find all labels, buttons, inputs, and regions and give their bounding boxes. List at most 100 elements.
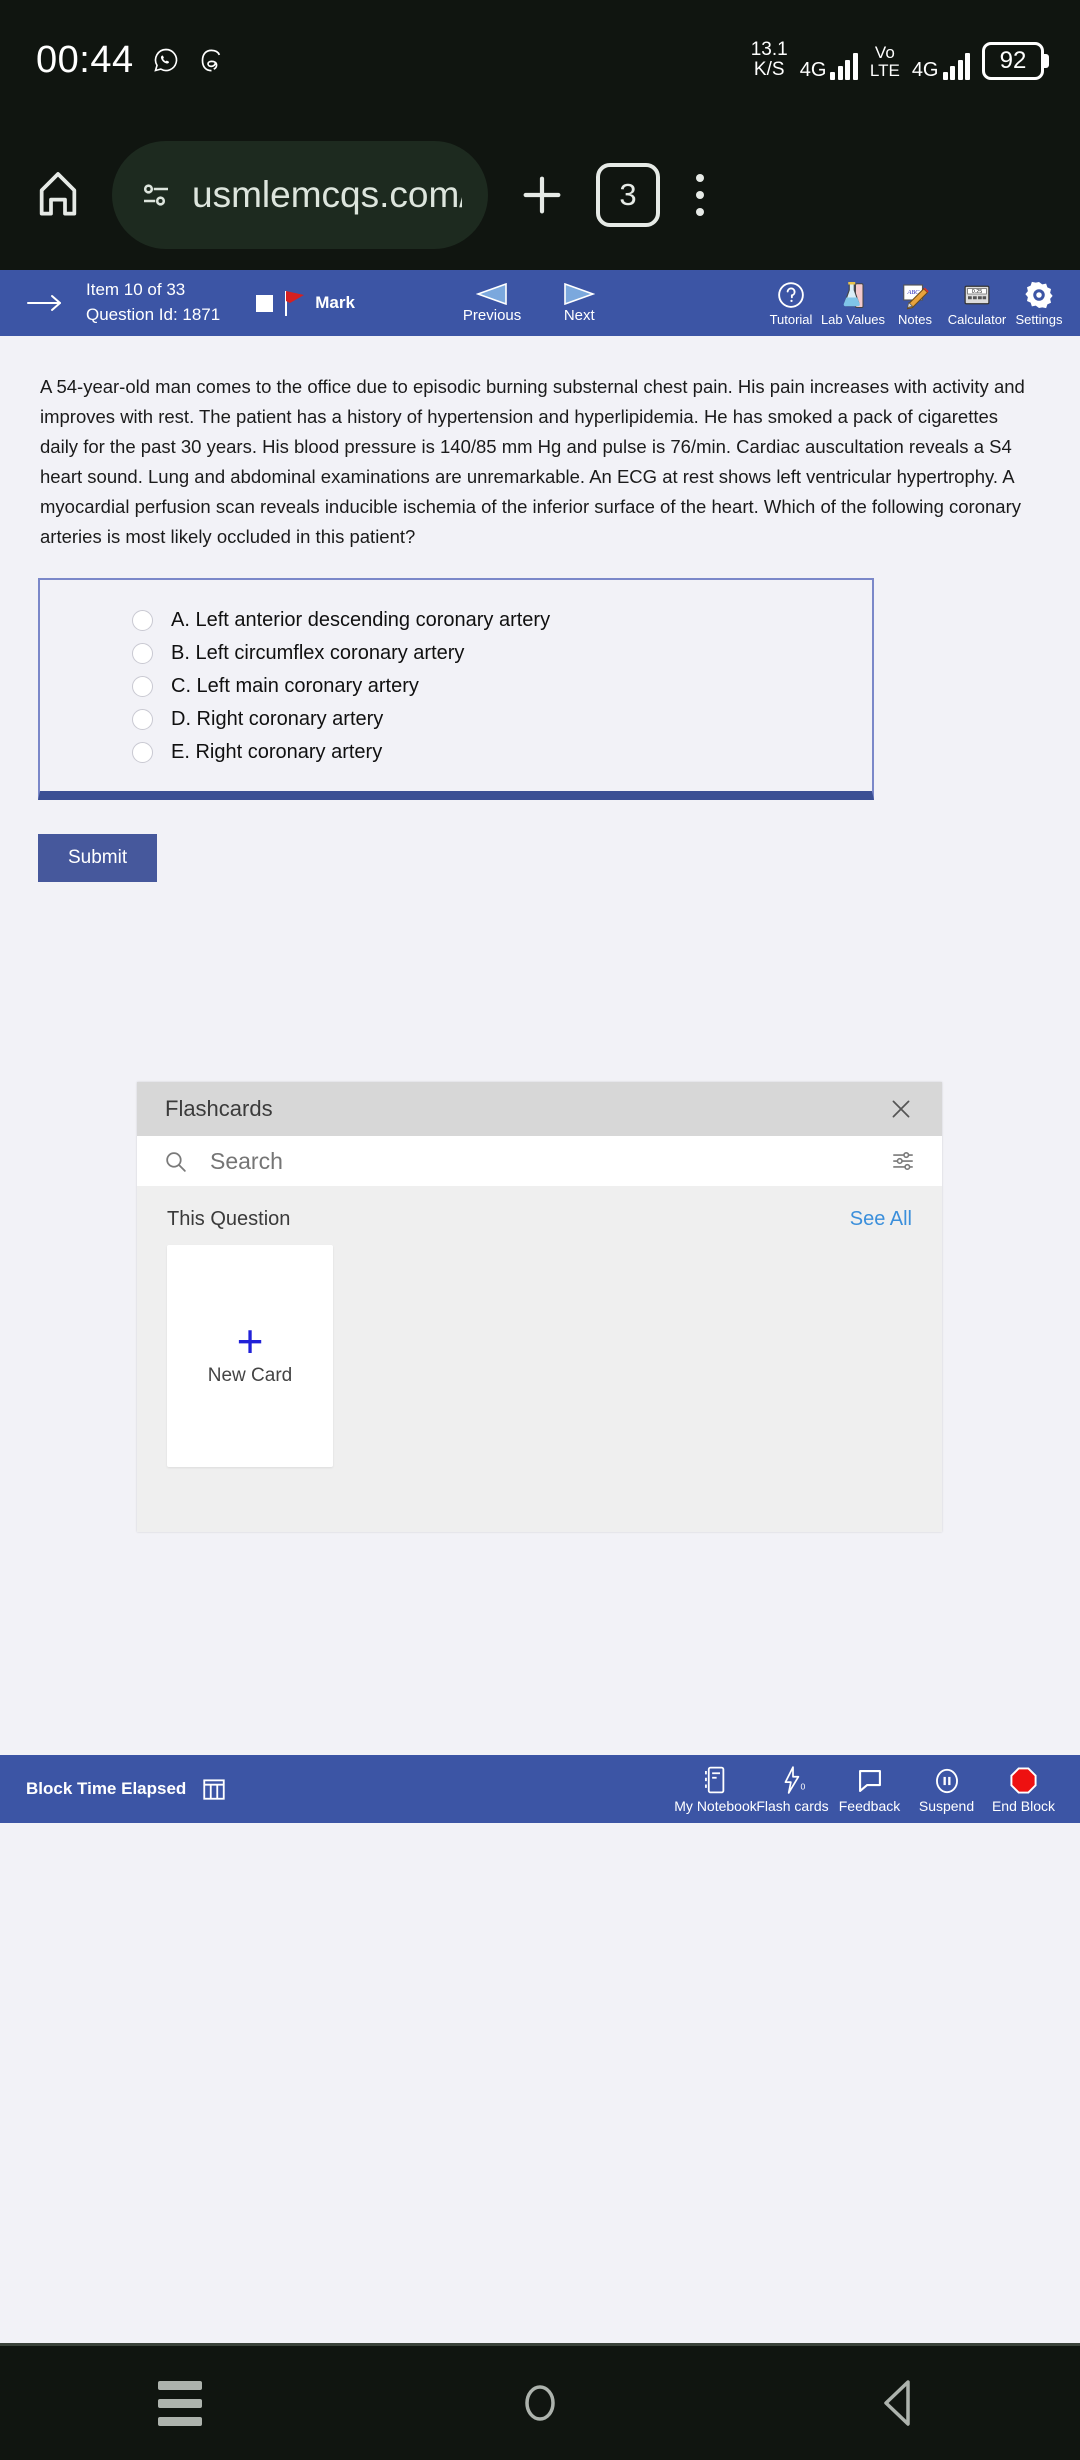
mark-control[interactable]: Mark	[256, 288, 355, 318]
note-pencil-icon: ABC	[900, 280, 930, 310]
browser-toolbar: usmlemcqs.com/us 3	[0, 120, 1080, 270]
triangle-right-icon	[563, 282, 596, 305]
question-mark-circle-icon	[776, 280, 806, 310]
svg-text:0.25: 0.25	[972, 289, 982, 295]
back-triangle-icon[interactable]	[840, 2377, 960, 2429]
lab-values-button[interactable]: Lab Values	[820, 280, 886, 327]
flash-cards-button[interactable]: 0 Flash cards	[754, 1765, 831, 1814]
url-bar[interactable]: usmlemcqs.com/us	[112, 141, 488, 249]
network-speed-unit: K/S	[753, 59, 785, 80]
sim1-indicator: 4G	[800, 52, 858, 80]
submit-button[interactable]: Submit	[38, 833, 158, 882]
next-button[interactable]: Next	[563, 282, 596, 324]
plus-icon[interactable]	[514, 167, 570, 223]
see-all-link[interactable]: See All	[850, 1208, 912, 1231]
end-block-label: End Block	[991, 1797, 1056, 1814]
tab-counter-button[interactable]: 3	[596, 163, 660, 227]
plus-icon: +	[236, 1314, 264, 1367]
arrow-right-icon[interactable]	[0, 291, 86, 315]
radio-c[interactable]	[132, 675, 153, 697]
radio-d[interactable]	[132, 708, 153, 730]
qbank-header-bar: Item 10 of 33 Question Id: 1871 Mark Pre…	[0, 270, 1080, 336]
volte-line1: Vo	[874, 43, 895, 63]
calculator-icon: 0.25	[962, 280, 992, 310]
answer-option-c[interactable]: C. Left main coronary artery	[40, 670, 872, 703]
my-notebook-button[interactable]: My Notebook	[674, 1765, 757, 1814]
status-bar-left: 00:44	[36, 39, 225, 82]
next-label: Next	[563, 306, 595, 324]
feedback-button[interactable]: Feedback	[831, 1767, 908, 1814]
pause-circle-icon	[933, 1767, 961, 1795]
question-nav: Previous Next	[462, 282, 596, 324]
recents-icon[interactable]	[120, 2380, 240, 2426]
settings-label: Settings	[1015, 311, 1063, 327]
network-speed-value: 13.1	[750, 39, 788, 61]
answer-option-e[interactable]: E. Right coronary artery	[40, 736, 872, 769]
previous-label: Previous	[462, 306, 522, 324]
calculator-label: Calculator	[947, 311, 1007, 327]
header-tools: Tutorial Lab Values ABC Notes 0.25 Calcu…	[760, 280, 1080, 327]
radio-a[interactable]	[132, 609, 153, 631]
answer-label-b: B. Left circumflex coronary artery	[171, 641, 465, 664]
tutorial-label: Tutorial	[769, 311, 813, 327]
flashcards-panel-title: Flashcards	[165, 1096, 273, 1121]
block-time-control[interactable]: Block Time Elapsed	[26, 1776, 228, 1802]
tune-filter-icon[interactable]	[890, 1148, 916, 1174]
status-clock: 00:44	[36, 38, 134, 81]
radio-e[interactable]	[132, 741, 153, 763]
page-info-icon[interactable]	[138, 177, 174, 213]
status-bar-right: 13.1 K/S 4G Vo LTE 4G 92	[751, 40, 1044, 80]
answer-option-b[interactable]: B. Left circumflex coronary artery	[40, 637, 872, 670]
feedback-label: Feedback	[838, 1797, 901, 1814]
suspend-button[interactable]: Suspend	[908, 1767, 985, 1814]
answer-label-e: E. Right coronary artery	[171, 740, 383, 763]
new-card-button[interactable]: + New Card	[167, 1245, 333, 1467]
flashcards-section-row: This Question See All	[137, 1186, 942, 1231]
lightning-bolt-icon: 0	[779, 1765, 807, 1795]
flashcards-list: + New Card	[137, 1231, 942, 1467]
footer-tools: My Notebook 0 Flash cards Feedback Suspe…	[674, 1765, 1062, 1814]
battery-indicator: 92	[982, 41, 1044, 80]
radio-b[interactable]	[132, 642, 153, 664]
gear-icon	[1024, 280, 1054, 310]
tutorial-button[interactable]: Tutorial	[760, 280, 822, 327]
search-input[interactable]	[210, 1147, 868, 1175]
sim2-signal-bars-icon	[942, 52, 970, 80]
whatsapp-icon	[152, 46, 180, 74]
previous-button[interactable]: Previous	[462, 282, 522, 324]
end-block-button[interactable]: End Block	[985, 1766, 1062, 1814]
notebook-icon	[702, 1765, 729, 1795]
notes-button[interactable]: ABC Notes	[884, 280, 946, 327]
answer-option-a[interactable]: A. Left anterior descending coronary art…	[40, 604, 872, 637]
flashcards-panel: Flashcards This	[137, 1082, 942, 1532]
calculator-button[interactable]: 0.25 Calculator	[946, 280, 1008, 327]
home-circle-icon[interactable]	[480, 2378, 600, 2428]
question-id: Question Id: 1871	[86, 305, 221, 324]
android-navigation-bar	[0, 2343, 1080, 2460]
block-time-label: Block Time Elapsed	[26, 1779, 187, 1798]
answer-option-d[interactable]: D. Right coronary artery	[40, 703, 872, 736]
answer-label-a: A. Left anterior descending coronary art…	[171, 608, 551, 631]
settings-button[interactable]: Settings	[1008, 280, 1070, 327]
item-meta: Item 10 of 33 Question Id: 1871	[86, 278, 220, 327]
my-notebook-label: My Notebook	[674, 1797, 757, 1814]
answer-label-c: C. Left main coronary artery	[171, 674, 419, 697]
volte-indicator: Vo LTE	[870, 44, 900, 80]
answer-label-d: D. Right coronary artery	[171, 707, 384, 730]
close-icon[interactable]	[888, 1096, 914, 1122]
sim1-signal-bars-icon	[830, 52, 858, 80]
overflow-menu-icon[interactable]	[686, 174, 714, 216]
mark-checkbox[interactable]	[256, 294, 274, 312]
home-icon[interactable]	[30, 167, 86, 223]
flashcards-search-row	[137, 1136, 942, 1186]
new-card-label: New Card	[207, 1365, 293, 1387]
threads-icon	[198, 47, 225, 74]
qbank-footer-bar: Block Time Elapsed My Notebook 0 Flash c…	[0, 1755, 1080, 1823]
notes-label: Notes	[898, 311, 932, 327]
url-text: usmlemcqs.com/us	[192, 174, 462, 215]
speech-bubble-icon	[856, 1767, 884, 1795]
svg-text:0: 0	[800, 1781, 805, 1791]
mark-label: Mark	[315, 293, 355, 312]
lab-values-label: Lab Values	[820, 311, 886, 327]
calendar-icon	[200, 1776, 228, 1802]
